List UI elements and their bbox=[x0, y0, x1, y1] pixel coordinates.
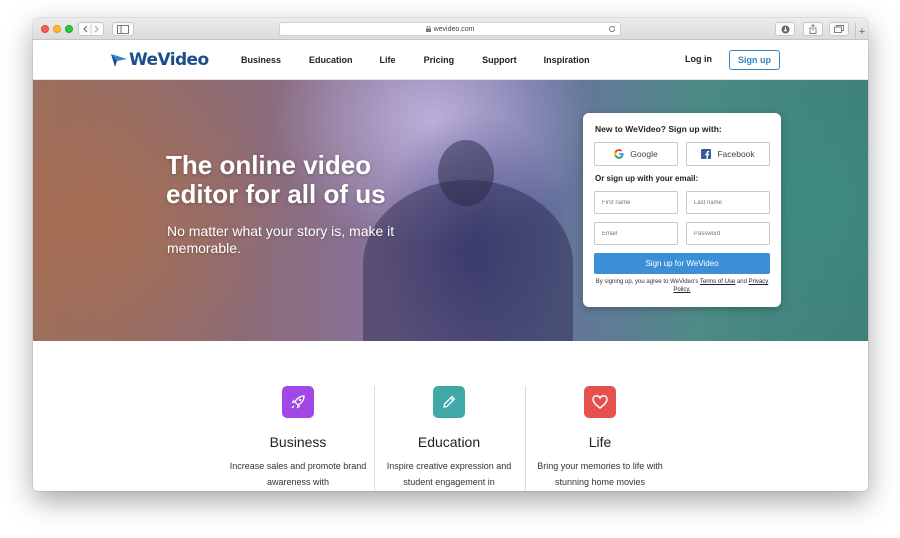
google-signup-button[interactable]: Google bbox=[594, 142, 678, 166]
nav-business[interactable]: Business bbox=[241, 55, 281, 65]
sidebar-button[interactable] bbox=[112, 22, 134, 36]
reload-icon[interactable] bbox=[608, 25, 616, 33]
feature-description: Inspire creative expression and student … bbox=[386, 461, 512, 487]
downloads-button[interactable] bbox=[775, 22, 795, 36]
address-url: wevideo.com bbox=[433, 25, 475, 33]
feature-title: Life bbox=[588, 434, 612, 450]
signup-card: New to WeVideo? Sign up with: Google Fac… bbox=[583, 113, 781, 307]
feature-description: Bring your memories to life with stunnin… bbox=[537, 461, 663, 487]
nav-pricing[interactable]: Pricing bbox=[424, 55, 455, 65]
feature-description: Increase sales and promote brand awarene… bbox=[229, 461, 367, 487]
login-link[interactable]: Log in bbox=[685, 54, 712, 64]
facebook-signup-button[interactable]: Facebook bbox=[686, 142, 770, 166]
logo-text: WeVideo bbox=[129, 50, 209, 70]
password-field[interactable] bbox=[686, 222, 770, 245]
tabs-icon bbox=[834, 25, 844, 33]
hero-banner: The online video editor for all of us No… bbox=[33, 80, 868, 341]
terms-and: and bbox=[736, 279, 747, 285]
minimize-window-icon[interactable] bbox=[53, 25, 61, 33]
lock-icon bbox=[425, 26, 431, 32]
features-section: Business Increase sales and promote bran… bbox=[33, 341, 868, 491]
sidebar-icon bbox=[117, 24, 129, 34]
feature-business[interactable]: Business Increase sales and promote bran… bbox=[223, 386, 373, 490]
last-name-field[interactable] bbox=[686, 191, 770, 214]
facebook-icon bbox=[701, 149, 712, 159]
nav-life[interactable]: Life bbox=[380, 55, 396, 65]
heart-icon bbox=[584, 386, 616, 418]
back-forward-buttons[interactable] bbox=[78, 22, 104, 36]
terms-text: By signing up, you agree to WeVideo's Te… bbox=[593, 278, 771, 294]
address-bar[interactable]: wevideo.com bbox=[279, 22, 621, 36]
hero-subtitle: No matter what your story is, make it me… bbox=[167, 223, 395, 256]
google-icon bbox=[614, 149, 624, 159]
email-field[interactable] bbox=[594, 222, 678, 245]
first-name-field[interactable] bbox=[594, 191, 678, 214]
hero-photo-head bbox=[438, 140, 494, 206]
nav-support[interactable]: Support bbox=[482, 55, 517, 65]
download-icon bbox=[781, 25, 789, 33]
terms-prefix: By signing up, you agree to WeVideo's bbox=[595, 279, 699, 285]
chevron-left-right-icon bbox=[83, 24, 99, 34]
share-button[interactable] bbox=[803, 22, 823, 36]
new-tab-button[interactable]: + bbox=[855, 23, 868, 40]
browser-toolbar: wevideo.com + bbox=[33, 18, 868, 40]
close-window-icon[interactable] bbox=[41, 25, 49, 33]
site-header: WeVideo Business Education Life Pricing … bbox=[33, 40, 868, 80]
nav-education[interactable]: Education bbox=[309, 55, 353, 65]
wevideo-logo[interactable]: WeVideo bbox=[111, 50, 209, 70]
feature-life[interactable]: Life Bring your memories to life with st… bbox=[525, 386, 675, 490]
facebook-label: Facebook bbox=[717, 149, 755, 159]
share-icon bbox=[809, 24, 817, 34]
rocket-icon bbox=[282, 386, 314, 418]
terms-of-use-link[interactable]: Terms of Use bbox=[700, 279, 735, 285]
nav-inspiration[interactable]: Inspiration bbox=[544, 55, 590, 65]
main-nav: Business Education Life Pricing Support … bbox=[241, 40, 590, 80]
browser-window: wevideo.com + WeVideo Business Education… bbox=[33, 18, 868, 491]
feature-education[interactable]: Education Inspire creative expression an… bbox=[374, 386, 524, 490]
plus-icon: + bbox=[858, 25, 866, 38]
pencil-icon bbox=[433, 386, 465, 418]
signup-button[interactable]: Sign up bbox=[729, 50, 780, 70]
submit-signup-button[interactable]: Sign up for WeVideo bbox=[594, 253, 770, 274]
google-label: Google bbox=[630, 149, 658, 159]
hero-title: The online video editor for all of us bbox=[166, 150, 386, 209]
tabs-button[interactable] bbox=[829, 22, 849, 36]
signup-card-heading: New to WeVideo? Sign up with: bbox=[595, 124, 722, 134]
email-signup-heading: Or sign up with your email: bbox=[595, 174, 699, 183]
wevideo-logo-icon bbox=[111, 54, 127, 67]
feature-title: Business bbox=[269, 434, 327, 450]
zoom-window-icon[interactable] bbox=[65, 25, 73, 33]
feature-title: Education bbox=[417, 434, 481, 450]
